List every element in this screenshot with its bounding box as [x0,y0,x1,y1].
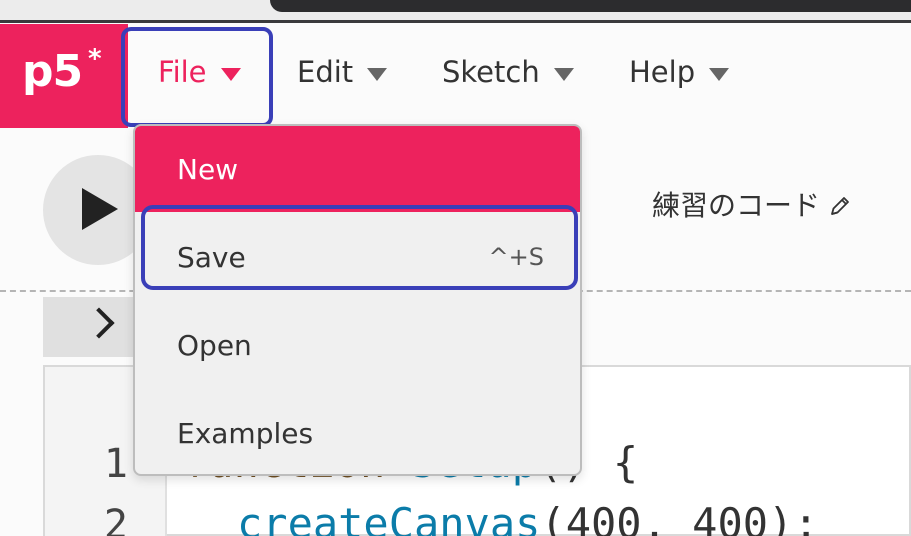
code-line-2: createCanvas(400, 400); [237,503,819,536]
menu-help-label: Help [629,55,696,89]
menu-edit[interactable]: Edit [297,55,388,89]
menu-item-new-label: New [177,152,239,186]
logo-star: * [88,44,102,74]
browser-tab-bar [270,0,911,12]
menu-item-new[interactable]: New [135,126,580,212]
play-icon [82,188,118,230]
menu-sketch-label: Sketch [442,55,540,89]
browser-divider [0,20,911,23]
sketch-name-label: 練習のコード [652,189,821,222]
logo-text: p5 [22,46,83,97]
menu-edit-label: Edit [297,55,354,89]
menu-item-open[interactable]: Open [135,302,580,388]
menu-help[interactable]: Help [629,55,730,89]
caret-down-icon [367,68,388,81]
sketch-name[interactable]: 練習のコード [652,192,852,220]
code-arguments: (400, 400); [540,499,819,536]
p5-logo[interactable]: p5 * [0,24,128,128]
menu-item-examples[interactable]: Examples [135,390,580,474]
caret-down-icon [709,68,730,81]
menu-item-examples-label: Examples [177,416,314,450]
file-dropdown-menu: New Save ^+S Open Examples [133,124,582,476]
line-number: 1 [103,441,128,487]
code-function-call: createCanvas [237,499,541,536]
p5-editor-page: p5 * File Edit Sketch Help n 練習のコード [0,0,911,536]
caret-down-icon [553,68,574,81]
line-number: 2 [103,502,128,536]
pencil-icon [831,197,849,215]
save-highlight-outline [141,205,578,290]
menu-item-open-label: Open [177,328,252,362]
menu-sketch[interactable]: Sketch [442,58,574,87]
file-menu-highlight-outline [121,27,273,127]
